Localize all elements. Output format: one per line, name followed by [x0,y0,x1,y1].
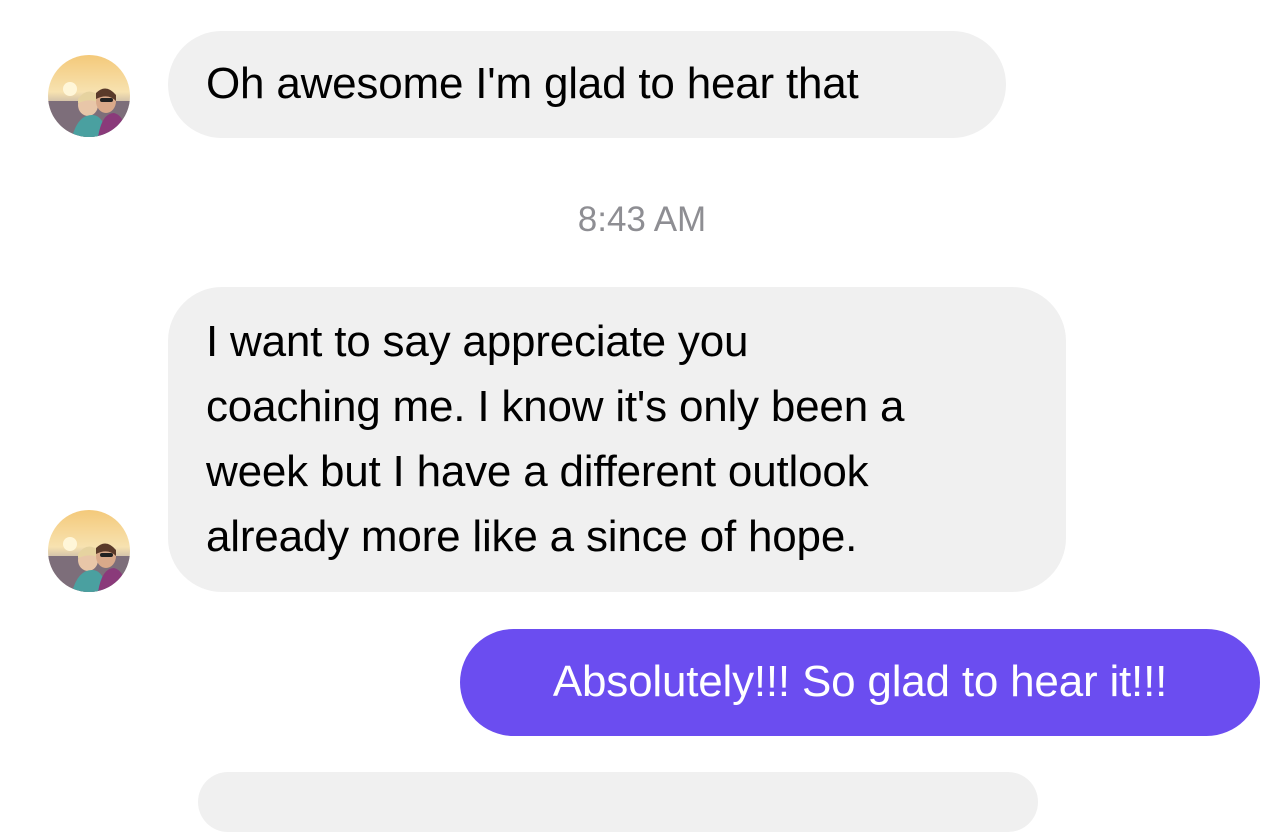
incoming-message-bubble[interactable]: I want to say appreciate you coaching me… [168,287,1066,592]
outgoing-message-bubble[interactable]: Absolutely!!! So glad to hear it!!! [460,629,1260,736]
incoming-message-bubble[interactable]: Oh awesome I'm glad to hear that [168,31,1006,138]
incoming-message-bubble-partial[interactable] [198,772,1038,832]
avatar-photo-icon [48,510,130,592]
message-text-line: I want to say appreciate you [206,317,749,366]
message-text-line: week but I have a different outlook [206,447,869,496]
contact-avatar[interactable] [48,55,130,137]
message-text: Absolutely!!! So glad to hear it!!! [552,657,1168,706]
avatar-photo-icon [48,55,130,137]
message-text: Oh awesome I'm glad to hear that [206,59,859,108]
contact-avatar[interactable] [48,510,130,592]
timestamp: 8:43 AM [577,200,707,239]
message-text-line: coaching me. I know it's only been a [206,382,905,431]
message-text-line: already more like a since of hope. [206,512,858,561]
